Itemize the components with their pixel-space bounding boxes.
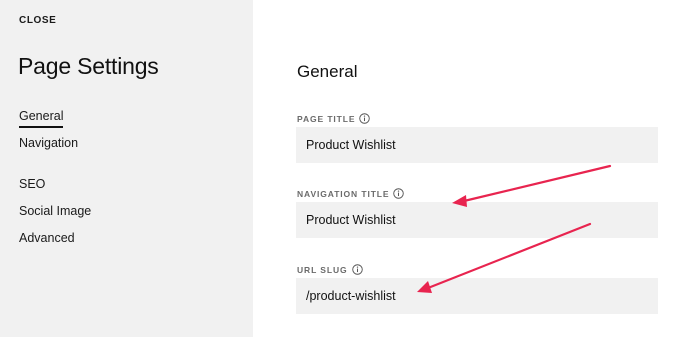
page-title: Page Settings: [18, 53, 159, 79]
info-icon[interactable]: [359, 113, 371, 124]
page-title-label-text: PAGE TITLE: [297, 113, 356, 124]
section-title: General: [297, 62, 358, 81]
page-title-input[interactable]: [296, 127, 658, 163]
close-button[interactable]: CLOSE: [19, 15, 56, 26]
url-slug-label-text: URL SLUG: [297, 264, 348, 275]
sidebar-item-seo[interactable]: SEO: [19, 177, 45, 191]
navigation-title-label: NAVIGATION TITLE: [297, 188, 405, 199]
sidebar-item-navigation[interactable]: Navigation: [19, 136, 78, 150]
page-title-label: PAGE TITLE: [297, 113, 371, 124]
info-icon[interactable]: [393, 188, 405, 199]
url-slug-input[interactable]: [296, 278, 658, 314]
sidebar-item-advanced[interactable]: Advanced: [19, 231, 75, 245]
navigation-title-label-text: NAVIGATION TITLE: [297, 188, 390, 199]
info-icon[interactable]: [351, 264, 363, 275]
url-slug-label: URL SLUG: [297, 264, 363, 275]
settings-main-panel: General PAGE TITLE NAVIGATION TITLE URL …: [253, 0, 700, 337]
sidebar-item-general[interactable]: General: [19, 109, 64, 128]
sidebar-item-social-image[interactable]: Social Image: [19, 204, 91, 218]
settings-sidebar: CLOSE Page Settings General Navigation S…: [0, 0, 253, 337]
navigation-title-input[interactable]: [296, 202, 658, 238]
